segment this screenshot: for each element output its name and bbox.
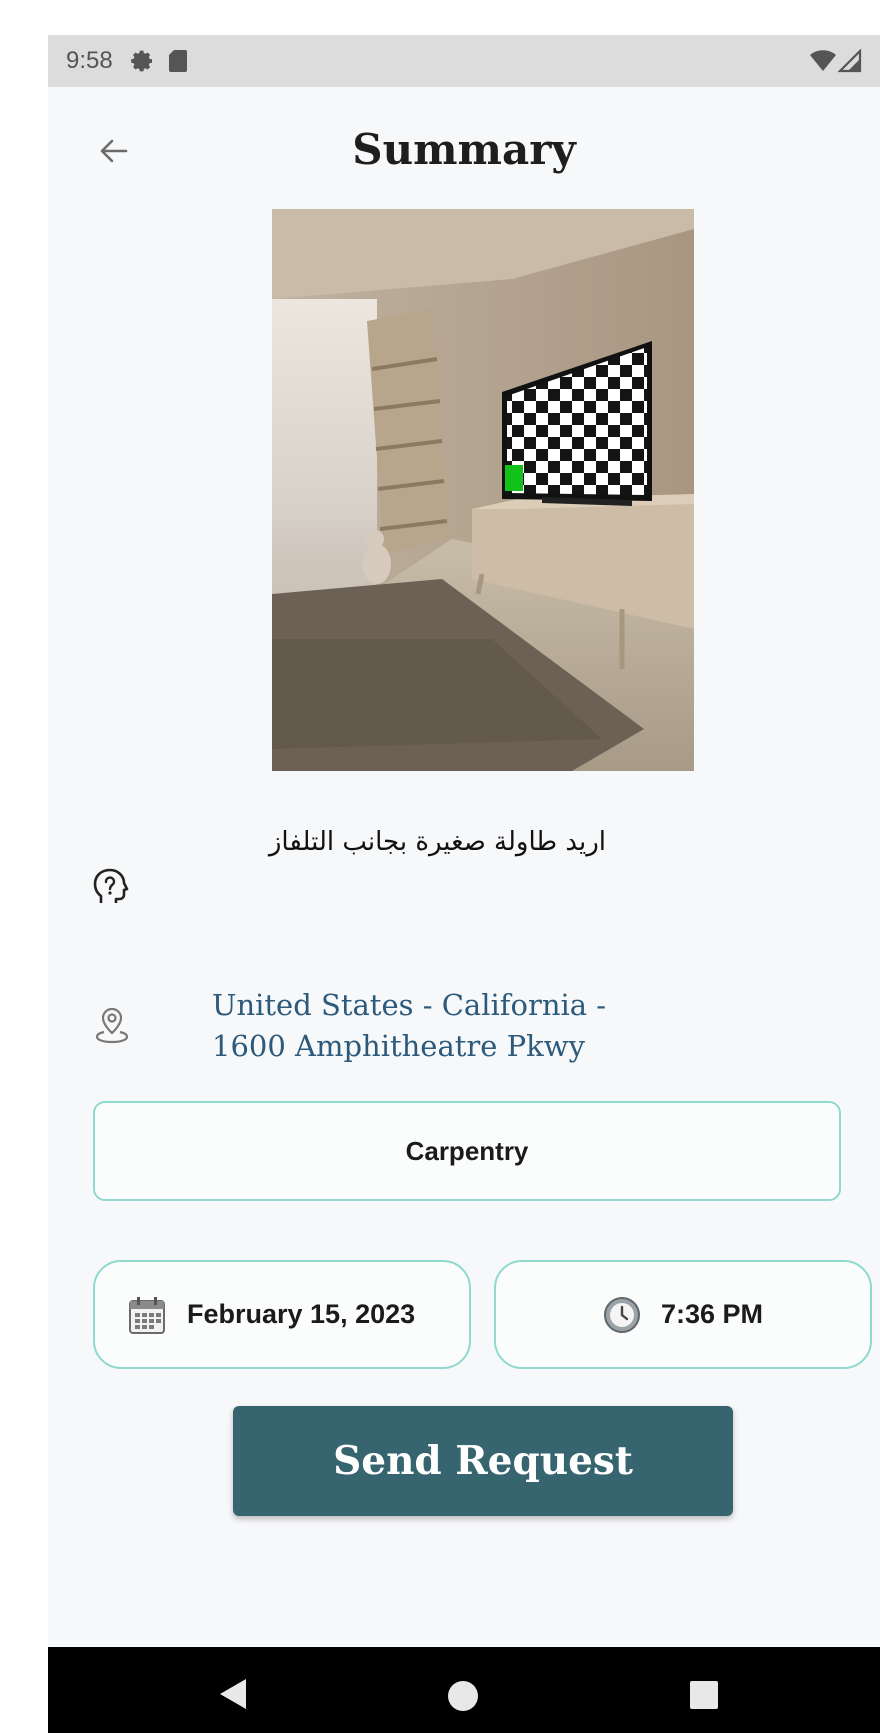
location-pin-icon: [95, 1007, 129, 1044]
location-address: United States - California - 1600 Amphit…: [212, 985, 772, 1067]
selected-time: 7:36 PM: [660, 1299, 764, 1329]
calendar-icon: [129, 1296, 165, 1334]
settings-gear-icon: [130, 50, 152, 72]
request-description: اريد طاولة صغيرة بجانب التلفاز: [268, 827, 606, 857]
phone-screen: 9:58 Summary اريد طاولة صغيرة بجانب التل…: [48, 35, 880, 1733]
nav-back-icon[interactable]: [218, 1677, 248, 1711]
send-request-button[interactable]: Send Request: [233, 1406, 733, 1516]
nav-recents-icon[interactable]: [690, 1681, 718, 1709]
sd-card-icon: [168, 50, 187, 72]
location-row: United States - California - 1600 Amphit…: [92, 985, 832, 1075]
request-photo: [272, 209, 694, 771]
time-picker-button[interactable]: 7:36 PM: [494, 1260, 872, 1369]
description-row: اريد طاولة صغيرة بجانب التلفاز: [92, 825, 832, 915]
status-indicators: [810, 49, 862, 73]
cell-signal-icon: [838, 49, 862, 73]
system-nav-bar: [48, 1647, 880, 1733]
wifi-icon: [810, 50, 836, 71]
selected-date: February 15, 2023: [187, 1299, 416, 1329]
status-bar: 9:58: [48, 35, 880, 87]
clock-icon: [603, 1296, 640, 1333]
status-time: 9:58: [66, 47, 113, 74]
page-title: Summary: [352, 125, 576, 174]
location-line-1: United States - California -: [212, 988, 607, 1022]
app-bar: Summary: [48, 87, 880, 217]
nav-home-icon[interactable]: [448, 1681, 478, 1711]
location-line-2: 1600 Amphitheatre Pkwy: [212, 1029, 585, 1063]
category-field: Carpentry: [93, 1101, 841, 1201]
date-picker-button[interactable]: February 15, 2023: [93, 1260, 471, 1369]
thinking-head-icon: [93, 868, 129, 903]
